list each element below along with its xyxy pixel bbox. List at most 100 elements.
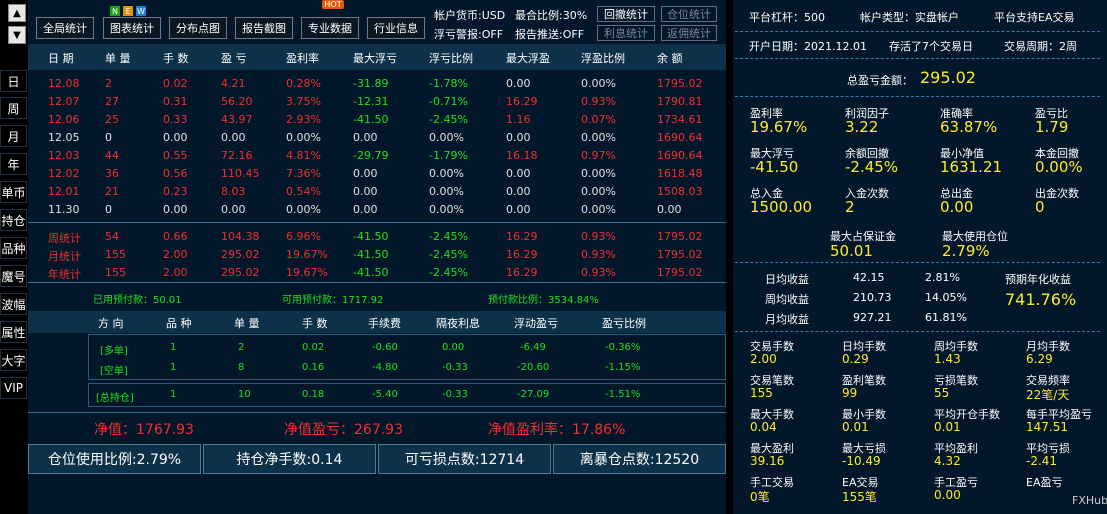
pro-data-button[interactable]: 专业数据 [301, 17, 359, 39]
stat-cell: -41.50 [353, 230, 389, 243]
long-direction: [多单] [100, 346, 128, 357]
drawdown-stats-button[interactable]: 回撤统计 [597, 6, 655, 22]
trade-metric-value: 55 [934, 386, 950, 400]
side-btn-single[interactable]: 单币 [0, 181, 27, 203]
daily-cell: 0 [105, 131, 112, 144]
daily-row: 12.08 2 0.02 4.21 0.28% -31.89 -1.78% 0.00 0.00%… [28, 74, 726, 92]
global-stats-button[interactable]: 全局统计 [36, 17, 94, 39]
daily-cell: 0.00 [506, 77, 531, 90]
avg-return-value: 42.15 [853, 271, 885, 284]
stat-cell: 19.67% [286, 248, 328, 261]
total-swap: -0.33 [442, 389, 468, 400]
daily-cell: 12.02 [48, 167, 80, 180]
avg-return-value: 210.73 [853, 291, 892, 304]
daily-cell: -0.71% [429, 95, 468, 108]
stat-cell: 19.67% [286, 266, 328, 279]
side-btn-magic[interactable]: 魔号 [0, 265, 27, 287]
short-symbols: 1 [170, 362, 177, 373]
daily-cell: 12.01 [48, 185, 80, 198]
equity-divider [28, 412, 726, 413]
trade-metric-value: 39.16 [750, 454, 785, 468]
daily-row: 12.05 0 0.00 0.00 0.00% 0.00 0.00% 0.00 0.00% 169… [28, 128, 726, 146]
daily-cell: 0.00 [506, 185, 531, 198]
table-divider [28, 222, 726, 223]
daily-table-header: 日 期 单 量 手 数 盈 亏 盈利率 最大浮亏 浮亏比例 最大浮盈 浮盈比例 … [28, 44, 726, 70]
distribution-button[interactable]: 分布点图 [169, 17, 227, 39]
new-badge-w: W [136, 6, 146, 16]
chart-stats-button[interactable]: 图表统计 [103, 17, 161, 39]
liquidation-distance-points: 离暴仓点数:12520 [553, 444, 726, 474]
short-lots: 0.16 [302, 362, 325, 373]
industry-info-button[interactable]: 行业信息 [367, 17, 425, 39]
short-direction: [空单] [100, 366, 128, 377]
total-commission: -5.40 [372, 389, 398, 400]
daily-cell: 12.08 [48, 77, 80, 90]
side-btn-month[interactable]: 月 [0, 125, 27, 147]
daily-cell: 1508.03 [657, 185, 703, 198]
divider [735, 96, 1100, 97]
short-float-pnl: -20.60 [517, 362, 550, 373]
daily-cell: 0.93% [581, 95, 616, 108]
daily-cell: 0.23 [163, 185, 188, 198]
hot-badge: HOT [322, 0, 344, 9]
side-btn-week[interactable]: 周 [0, 97, 27, 119]
free-margin: 可用预付款：1717.92 [282, 295, 384, 306]
side-btn-volatility[interactable]: 波幅 [0, 293, 27, 315]
metric-value: 1631.21 [940, 158, 1003, 176]
daily-cell: 0.00 [353, 131, 378, 144]
daily-cell: 0.56 [163, 167, 188, 180]
new-badge-n: N [110, 6, 120, 16]
new-badge-e: E [123, 6, 133, 16]
side-btn-day[interactable]: 日 [0, 70, 27, 92]
trade-metric-value: 0.01 [934, 420, 961, 434]
daily-cell: 0.07% [581, 113, 616, 126]
side-btn-symbol[interactable]: 品种 [0, 237, 27, 259]
divider [735, 262, 1100, 263]
daily-row: 12.06 25 0.33 43.97 2.93% -41.50 -2.45% 1.16 0.0… [28, 110, 726, 128]
max-margin-value: 50.01 [830, 242, 873, 260]
metric-value: -41.50 [750, 158, 799, 176]
stat-cell: 月统计 [48, 250, 81, 263]
daily-cell: 0.00% [429, 185, 464, 198]
daily-cell: 0.31 [163, 95, 188, 108]
col-max-float-loss: 最大浮亏 [353, 52, 397, 65]
daily-cell: 0.00 [657, 203, 682, 216]
daily-cell: 8.03 [221, 185, 246, 198]
long-orders: 2 [238, 342, 245, 353]
daily-cell: 0.00 [221, 203, 246, 216]
side-panel: ▲ ▼ 日 周 月 年 单币 持仓 品种 魔号 波幅 属性 大字 VIP [0, 0, 28, 514]
metric-value: 2 [845, 198, 855, 216]
side-btn-bigfont[interactable]: 大字 [0, 349, 27, 371]
daily-cell: 0.00 [353, 185, 378, 198]
interest-stats-button[interactable]: 利息统计 [597, 25, 655, 41]
position-stats-button[interactable]: 仓位统计 [661, 6, 717, 22]
stat-cell: -2.45% [429, 266, 468, 279]
stat-cell: 2.00 [163, 248, 188, 261]
stat-cell: 周统计 [48, 232, 81, 245]
pcol-commission: 手续费 [368, 317, 401, 330]
scroll-up-button[interactable]: ▲ [8, 4, 26, 22]
position-table-header: 方 向 品 种 单 量 手 数 手续费 隔夜利息 浮动盈亏 盈亏比例 [28, 311, 726, 333]
side-btn-attr[interactable]: 属性 [0, 321, 27, 343]
rebate-stats-button[interactable]: 返佣统计 [661, 25, 717, 41]
trade-metric-value: -10.49 [842, 454, 881, 468]
daily-cell: -31.89 [353, 77, 389, 90]
daily-cell: 16.18 [506, 149, 538, 162]
daily-cell: 0.00% [581, 131, 616, 144]
daily-cell: 2.93% [286, 113, 321, 126]
divider [735, 31, 1100, 32]
trade-cycle: 交易周期：2周 [1004, 40, 1077, 53]
stat-cell: 0.93% [581, 248, 616, 261]
col-date: 日 期 [48, 52, 74, 65]
side-btn-position[interactable]: 持仓 [0, 209, 27, 231]
stat-cell: 年统计 [48, 268, 81, 281]
scroll-down-button[interactable]: ▼ [8, 26, 26, 44]
daily-cell: 56.20 [221, 95, 253, 108]
metric-value: 1.79 [1035, 118, 1069, 136]
report-screenshot-button[interactable]: 报告截图 [235, 17, 293, 39]
daily-cell: -1.79% [429, 149, 468, 162]
side-btn-vip[interactable]: VIP [0, 377, 27, 399]
side-btn-year[interactable]: 年 [0, 153, 27, 175]
margin-level: 预付款比例：3534.84% [488, 295, 599, 306]
trade-metric-value: 99 [842, 386, 858, 400]
